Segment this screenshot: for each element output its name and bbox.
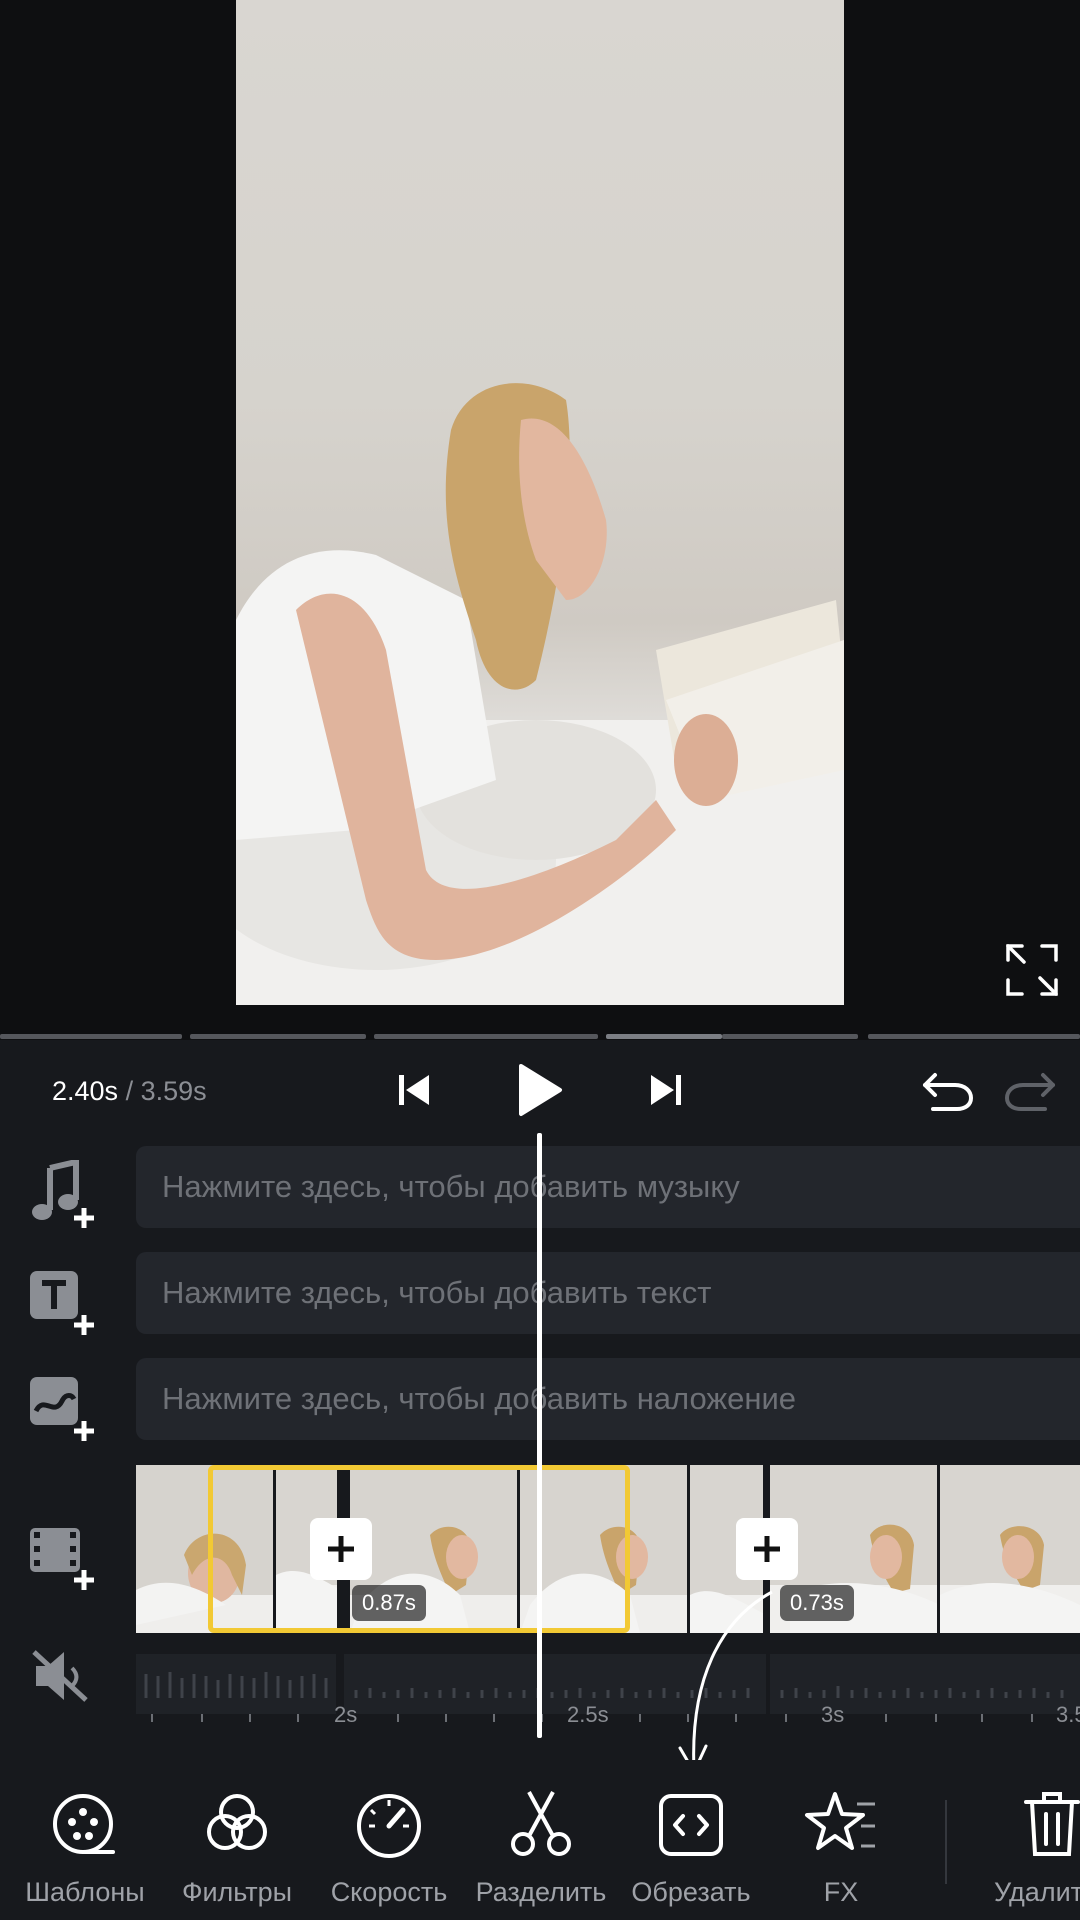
ruler-label: 3s <box>821 1702 845 1727</box>
redo-button[interactable] <box>998 1060 1064 1120</box>
add-text-icon[interactable] <box>28 1267 102 1337</box>
trim-icon <box>659 1794 723 1856</box>
add-transition-button[interactable] <box>736 1518 798 1580</box>
speed-icon <box>357 1794 421 1858</box>
filters-label: Фильтры <box>181 1877 293 1907</box>
mute-audio-icon[interactable] <box>30 1648 90 1704</box>
filters-button[interactable]: Фильтры <box>162 1784 312 1908</box>
selected-clip-duration: 0.87s <box>352 1585 426 1621</box>
current-time: 2.40s <box>52 1076 119 1106</box>
delete-button[interactable]: Удалит <box>974 1784 1080 1908</box>
add-transition-button[interactable] <box>310 1518 372 1580</box>
skip-previous-button[interactable] <box>384 1060 444 1120</box>
bottom-toolbar: Шаблоны Фильтры Скорость Разделить Обрез… <box>0 1760 1080 1920</box>
video-preview[interactable] <box>0 0 1080 1032</box>
filters-icon <box>207 1794 267 1850</box>
fx-star-icon <box>805 1792 875 1850</box>
plus-icon <box>754 1536 780 1562</box>
trash-icon <box>1024 1792 1080 1856</box>
annotation-arrow <box>678 1590 773 1774</box>
trim-label: Обрезать <box>631 1877 751 1907</box>
clip-thumbnail[interactable] <box>940 1465 1080 1633</box>
progress-segment <box>374 1034 598 1039</box>
progress-segment <box>0 1034 182 1039</box>
video-editor-screen: 2.40s / 3.59s Нажмите здесь, чтобы добав… <box>0 0 1080 1920</box>
speed-label: Скорость <box>330 1877 448 1907</box>
fx-label: FX <box>823 1877 859 1907</box>
delete-label: Удалит <box>994 1877 1080 1907</box>
ruler-label: 2.5s <box>567 1702 609 1727</box>
play-icon <box>519 1064 562 1116</box>
music-track[interactable]: Нажмите здесь, чтобы добавить музыку <box>136 1146 1080 1228</box>
play-button[interactable] <box>508 1060 572 1120</box>
playback-controls: 2.40s / 3.59s <box>0 1040 1080 1140</box>
ruler-label: 2s <box>334 1702 358 1727</box>
split-label: Разделить <box>475 1877 607 1907</box>
templates-icon <box>53 1794 115 1854</box>
progress-segment <box>868 1034 1080 1039</box>
fx-button[interactable]: FX <box>766 1784 916 1908</box>
ruler-label: 3.5 <box>1056 1702 1080 1727</box>
preview-frame-image <box>236 0 844 1005</box>
skip-previous-icon <box>399 1075 429 1105</box>
fullscreen-icon[interactable] <box>1004 942 1060 998</box>
overlay-track-placeholder: Нажмите здесь, чтобы добавить наложение <box>162 1381 797 1416</box>
total-time: 3.59s <box>140 1076 207 1106</box>
time-separator: / <box>125 1076 134 1106</box>
scissors-icon <box>511 1791 571 1856</box>
undo-button[interactable] <box>914 1060 980 1120</box>
skip-next-button[interactable] <box>636 1060 696 1120</box>
text-track[interactable]: Нажмите здесь, чтобы добавить текст <box>136 1252 1080 1334</box>
add-video-clip-icon[interactable] <box>28 1522 102 1592</box>
playhead[interactable] <box>537 1133 542 1738</box>
add-overlay-icon[interactable] <box>28 1373 102 1443</box>
add-music-icon[interactable] <box>28 1160 102 1230</box>
overlay-track[interactable]: Нажмите здесь, чтобы добавить наложение <box>136 1358 1080 1440</box>
undo-icon <box>923 1073 974 1111</box>
toolbar-divider <box>945 1800 947 1884</box>
progress-segment <box>722 1034 858 1039</box>
redo-icon <box>1004 1073 1055 1111</box>
plus-icon <box>328 1536 354 1562</box>
templates-label: Шаблоны <box>25 1877 145 1907</box>
text-track-placeholder: Нажмите здесь, чтобы добавить текст <box>162 1275 712 1310</box>
skip-next-icon <box>651 1075 681 1105</box>
split-button[interactable]: Разделить <box>466 1784 616 1908</box>
templates-button[interactable]: Шаблоны <box>10 1784 160 1908</box>
progress-segment-active <box>606 1034 722 1039</box>
time-readout: 2.40s / 3.59s <box>52 1076 207 1107</box>
progress-segment <box>190 1034 366 1039</box>
trim-button[interactable]: Обрезать <box>616 1784 766 1908</box>
speed-button[interactable]: Скорость <box>314 1784 464 1908</box>
music-track-placeholder: Нажмите здесь, чтобы добавить музыку <box>162 1169 740 1204</box>
next-clip-duration: 0.73s <box>780 1585 854 1621</box>
